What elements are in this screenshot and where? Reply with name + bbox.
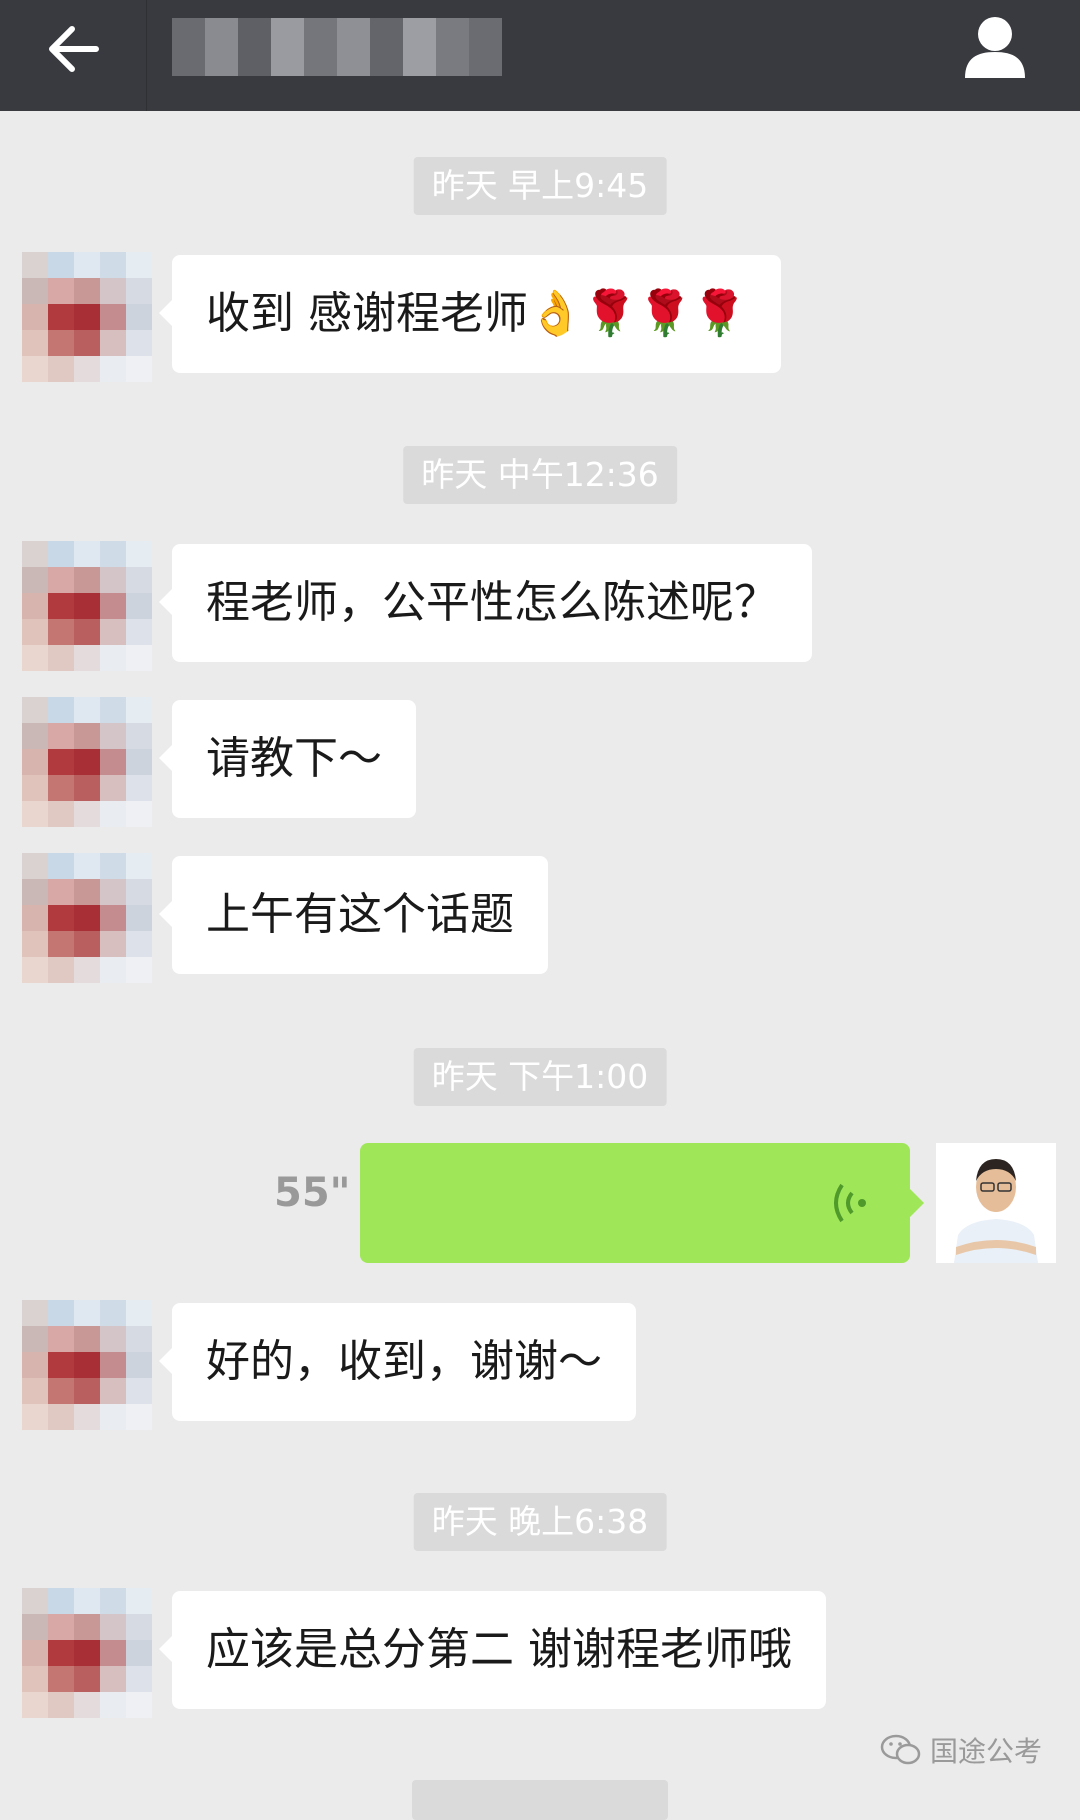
header-divider: [146, 0, 147, 111]
avatar[interactable]: [22, 541, 152, 671]
timestamp: 昨天 晚上6:38: [413, 1493, 667, 1551]
voice-duration: 55": [274, 1170, 351, 1216]
voice-wave-icon: [834, 1183, 866, 1223]
avatar[interactable]: [22, 697, 152, 827]
incoming-message[interactable]: 好的，收到，谢谢～: [159, 1303, 636, 1421]
avatar[interactable]: [22, 1588, 152, 1718]
timestamp: 昨天 下午1:00: [413, 1048, 667, 1106]
incoming-message[interactable]: 上午有这个话题: [159, 856, 548, 974]
watermark: 国途公考: [880, 1730, 1042, 1770]
incoming-message[interactable]: 程老师，公平性怎么陈述呢？: [159, 544, 812, 662]
avatar[interactable]: [22, 252, 152, 382]
arrow-left-icon: [49, 26, 99, 72]
timestamp: 昨天 中午12:36: [403, 446, 677, 504]
timestamp-partial: [412, 1780, 668, 1820]
incoming-message[interactable]: 应该是总分第二 谢谢程老师哦: [159, 1591, 826, 1709]
teacher-photo-icon: [936, 1143, 1056, 1263]
incoming-message[interactable]: 请教下～: [159, 700, 416, 818]
watermark-text: 国途公考: [930, 1735, 1043, 1768]
incoming-message[interactable]: 收到 感谢程老师👌🌹🌹🌹: [158, 255, 782, 373]
avatar[interactable]: [22, 1300, 152, 1430]
chat-title-blurred: [172, 18, 502, 76]
top-bar: [0, 0, 1080, 111]
chat-info-button[interactable]: [955, 8, 1035, 88]
avatar[interactable]: [22, 853, 152, 983]
person-icon: [965, 17, 1025, 78]
teacher-avatar[interactable]: [936, 1143, 1056, 1263]
timestamp: 昨天 早上9:45: [413, 157, 667, 215]
back-button[interactable]: [40, 14, 110, 84]
voice-message[interactable]: [360, 1143, 924, 1263]
wechat-icon: [880, 1734, 921, 1765]
